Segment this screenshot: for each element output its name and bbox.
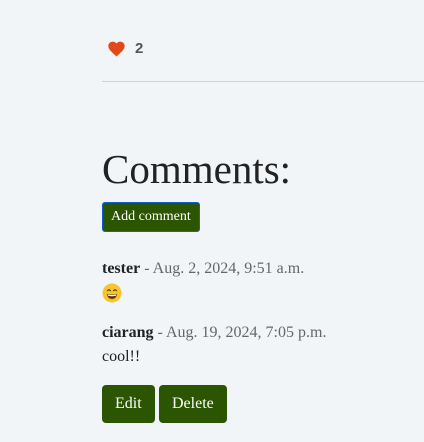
- comment-separator: -: [153, 324, 166, 341]
- comment-meta: tester - Aug. 2, 2024, 9:51 a.m.: [102, 259, 304, 279]
- likes-row: 2: [108, 41, 143, 57]
- comment-meta: ciarang - Aug. 19, 2024, 7:05 p.m.: [102, 323, 326, 343]
- add-comment-button[interactable]: Add comment: [102, 202, 200, 232]
- comment-date: Aug. 19, 2024, 7:05 p.m.: [166, 324, 327, 341]
- comment-author: ciarang: [102, 324, 154, 341]
- grinning-face-emoji-icon: [102, 283, 122, 303]
- comments-heading: Comments:: [102, 146, 292, 192]
- post-page: 2 Comments: Add comment tester - Aug. 2,…: [0, 0, 424, 442]
- divider: [102, 81, 424, 82]
- edit-comment-button[interactable]: Edit: [102, 385, 155, 423]
- comment-author: tester: [102, 260, 141, 277]
- comment-separator: -: [140, 260, 153, 277]
- delete-comment-button[interactable]: Delete: [159, 385, 227, 423]
- like-count: 2: [135, 40, 144, 57]
- heart-icon[interactable]: [108, 41, 125, 57]
- comment-body: [102, 283, 122, 303]
- comment-date: Aug. 2, 2024, 9:51 a.m.: [152, 260, 305, 277]
- comment-body: cool!!: [102, 348, 141, 365]
